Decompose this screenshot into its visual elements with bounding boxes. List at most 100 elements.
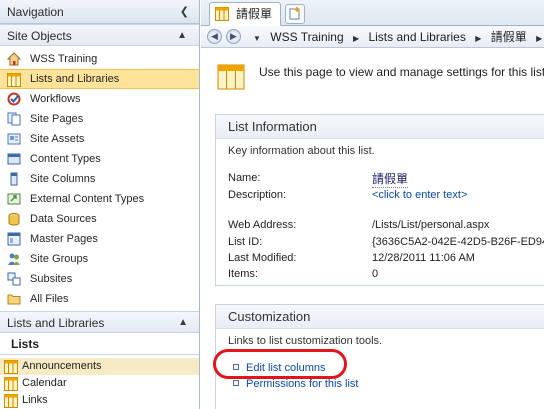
list-item-announcements[interactable]: Announcements (0, 358, 199, 375)
list-item-label: Links (22, 394, 48, 406)
list-information-description: Key information about this list. (228, 145, 375, 157)
lists-subtitle: Lists (0, 333, 199, 355)
navigation-pane: Navigation ❮ Site Objects ▲ WSS Training… (0, 0, 200, 409)
list-item-links[interactable]: Links (0, 392, 199, 409)
assets-icon (7, 133, 21, 145)
sidebar-item-all-files[interactable]: All Files (0, 289, 199, 309)
sidebar-item-label: Subsites (30, 273, 73, 285)
external-icon (7, 193, 21, 205)
highlight-ring (213, 349, 347, 379)
breadcrumb-separator-icon: ▶ (475, 34, 482, 43)
lists-subtitle-label: Lists (11, 337, 40, 351)
tab-strip: 請假單 (201, 0, 544, 26)
workflow-icon (7, 92, 21, 106)
list-item-label: Announcements (22, 360, 102, 372)
lists-and-libraries-title: Lists and Libraries (7, 316, 105, 330)
list-information-panel: List Information Key information about t… (215, 114, 544, 286)
sidebar-item-external-content-types[interactable]: External Content Types (0, 189, 199, 209)
columns-icon (10, 172, 18, 186)
web-address-label: Web Address: (228, 219, 297, 231)
sidebar-item-content-types[interactable]: Content Types (0, 149, 199, 169)
bullet-icon (233, 380, 239, 386)
navigation-title: Navigation (7, 5, 64, 19)
sidebar-item-subsites[interactable]: Subsites (0, 269, 199, 289)
content-types-icon (7, 153, 21, 165)
sidebar-item-label: Data Sources (30, 213, 97, 225)
sidebar-item-master-pages[interactable]: Master Pages (0, 229, 199, 249)
list-icon (7, 73, 21, 87)
lists-grid: Announcements Calendar Links (0, 358, 199, 409)
description-label: Description: (228, 189, 287, 201)
sidebar-item-label: Workflows (30, 93, 81, 105)
sidebar-item-label: Site Columns (30, 173, 96, 185)
site-objects-title: Site Objects (7, 29, 72, 43)
list-icon (4, 377, 18, 391)
items-value: 0 (372, 268, 379, 280)
chevron-up-icon[interactable]: ▲ (178, 312, 188, 334)
sidebar-item-site-pages[interactable]: Site Pages (0, 109, 199, 129)
sidebar-item-label: Site Groups (30, 253, 89, 265)
page-description: Use this page to view and manage setting… (259, 65, 544, 79)
list-item-label: Calendar (22, 377, 67, 389)
last-modified-label: Last Modified: (228, 252, 297, 264)
lists-and-libraries-header[interactable]: Lists and Libraries ▲ (0, 311, 199, 334)
sidebar-item-label: Master Pages (30, 233, 98, 245)
list-settings-icon (217, 64, 245, 90)
sidebar-item-lists-and-libraries[interactable]: Lists and Libraries (0, 69, 199, 89)
sidebar-item-label: Site Pages (30, 113, 84, 125)
web-address-value: /Lists/List/personal.aspx (372, 219, 490, 231)
site-objects-header[interactable]: Site Objects ▲ (0, 24, 199, 46)
collapse-navigation-icon[interactable]: ❮ (180, 0, 189, 24)
back-button[interactable]: ◀ (207, 29, 222, 44)
sidebar-item-site-groups[interactable]: Site Groups (0, 249, 199, 269)
folder-icon (7, 294, 21, 305)
page-intro: Use this page to view and manage setting… (215, 62, 544, 92)
list-item-calendar[interactable]: Calendar (0, 375, 199, 392)
database-icon (8, 213, 20, 226)
sidebar-item-label: All Files (30, 293, 69, 305)
description-value[interactable]: <click to enter text> (372, 189, 467, 201)
pages-icon (7, 112, 21, 126)
customization-header: Customization (216, 305, 544, 329)
subsites-icon (7, 272, 21, 286)
breadcrumb-root-icon[interactable]: ▼ (253, 34, 261, 43)
sidebar-item-wss-training[interactable]: WSS Training (0, 49, 199, 69)
sidebar-item-site-assets[interactable]: Site Assets (0, 129, 199, 149)
sidebar-item-label: Lists and Libraries (30, 73, 120, 85)
tab-list-settings[interactable]: 請假單 (209, 2, 282, 26)
breadcrumb-item[interactable]: WSS Training (270, 30, 343, 44)
breadcrumb-item[interactable]: 請假單 (491, 30, 527, 44)
main-content: 請假單 ◀ ▶ ▼ WSS Training ▶ Lists and Libra… (201, 0, 544, 409)
groups-icon (8, 253, 20, 265)
sidebar-item-workflows[interactable]: Workflows (0, 89, 199, 109)
forward-button[interactable]: ▶ (226, 29, 241, 44)
list-icon (4, 360, 18, 374)
breadcrumb: ▼ WSS Training ▶ Lists and Libraries ▶ 請… (253, 26, 544, 50)
sidebar-item-label: External Content Types (30, 193, 145, 205)
customization-description: Links to list customization tools. (228, 335, 383, 347)
site-objects-list: WSS Training Lists and Libraries Workflo… (0, 46, 199, 309)
sidebar-item-site-columns[interactable]: Site Columns (0, 169, 199, 189)
sidebar-item-data-sources[interactable]: Data Sources (0, 209, 199, 229)
permissions-link[interactable]: Permissions for this list (246, 378, 358, 390)
tab-label: 請假單 (236, 7, 273, 21)
sidebar-item-label: WSS Training (30, 53, 98, 65)
new-tab-button[interactable] (285, 4, 305, 24)
last-modified-value: 12/28/2011 11:06 AM (372, 252, 475, 264)
name-label: Name: (228, 172, 261, 184)
breadcrumb-separator-icon: ▶ (352, 34, 360, 43)
list-id-value: {3636C5A2-042E-42D5-B26F-ED94C (372, 236, 544, 248)
sidebar-item-label: Site Assets (30, 133, 85, 145)
list-name-value[interactable]: 請假單 (372, 170, 409, 188)
chevron-up-icon[interactable]: ▲ (177, 25, 187, 47)
new-tab-icon (289, 7, 300, 20)
breadcrumb-separator-icon: ▶ (536, 34, 543, 43)
home-icon (7, 52, 21, 66)
master-pages-icon (7, 232, 21, 246)
breadcrumb-item[interactable]: Lists and Libraries (368, 30, 465, 44)
sidebar-item-label: Content Types (30, 153, 101, 165)
list-icon (215, 7, 229, 21)
list-icon (4, 394, 18, 408)
navigation-header: Navigation ❮ (0, 0, 199, 24)
breadcrumb-bar: ◀ ▶ ▼ WSS Training ▶ Lists and Libraries… (201, 26, 544, 48)
